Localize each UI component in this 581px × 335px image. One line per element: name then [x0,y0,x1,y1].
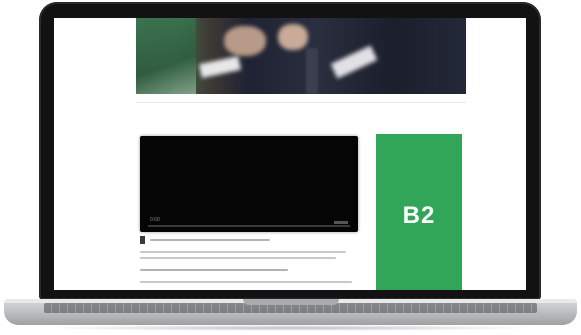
caption-marker [140,236,145,244]
laptop-screen: 0:00 B2 [54,18,526,290]
video-controls[interactable] [334,221,348,224]
hero-photo-detail [306,48,318,94]
article-text-line [140,281,352,283]
hero-photo-detail [224,26,266,56]
hero-photo-detail [198,55,242,79]
hero-photo-flag [136,18,196,94]
section-divider [136,102,466,103]
video-progress-bar[interactable] [148,225,350,227]
hero-photo[interactable] [136,18,466,94]
ad-banner[interactable]: B2 [376,134,462,290]
article-text-line [140,251,346,253]
video-time-label: 0:00 [150,217,160,223]
article-text-line [140,257,336,259]
hero-photo-detail [278,24,308,50]
article-text-line [150,239,270,241]
laptop-notch [243,299,339,305]
laptop-shadow [40,325,540,331]
article-text-line [140,269,288,271]
laptop-mockup: 0:00 B2 [0,0,581,335]
ad-banner-label: B2 [402,202,436,229]
video-player[interactable]: 0:00 [140,136,358,232]
hero-photo-detail [330,45,378,79]
